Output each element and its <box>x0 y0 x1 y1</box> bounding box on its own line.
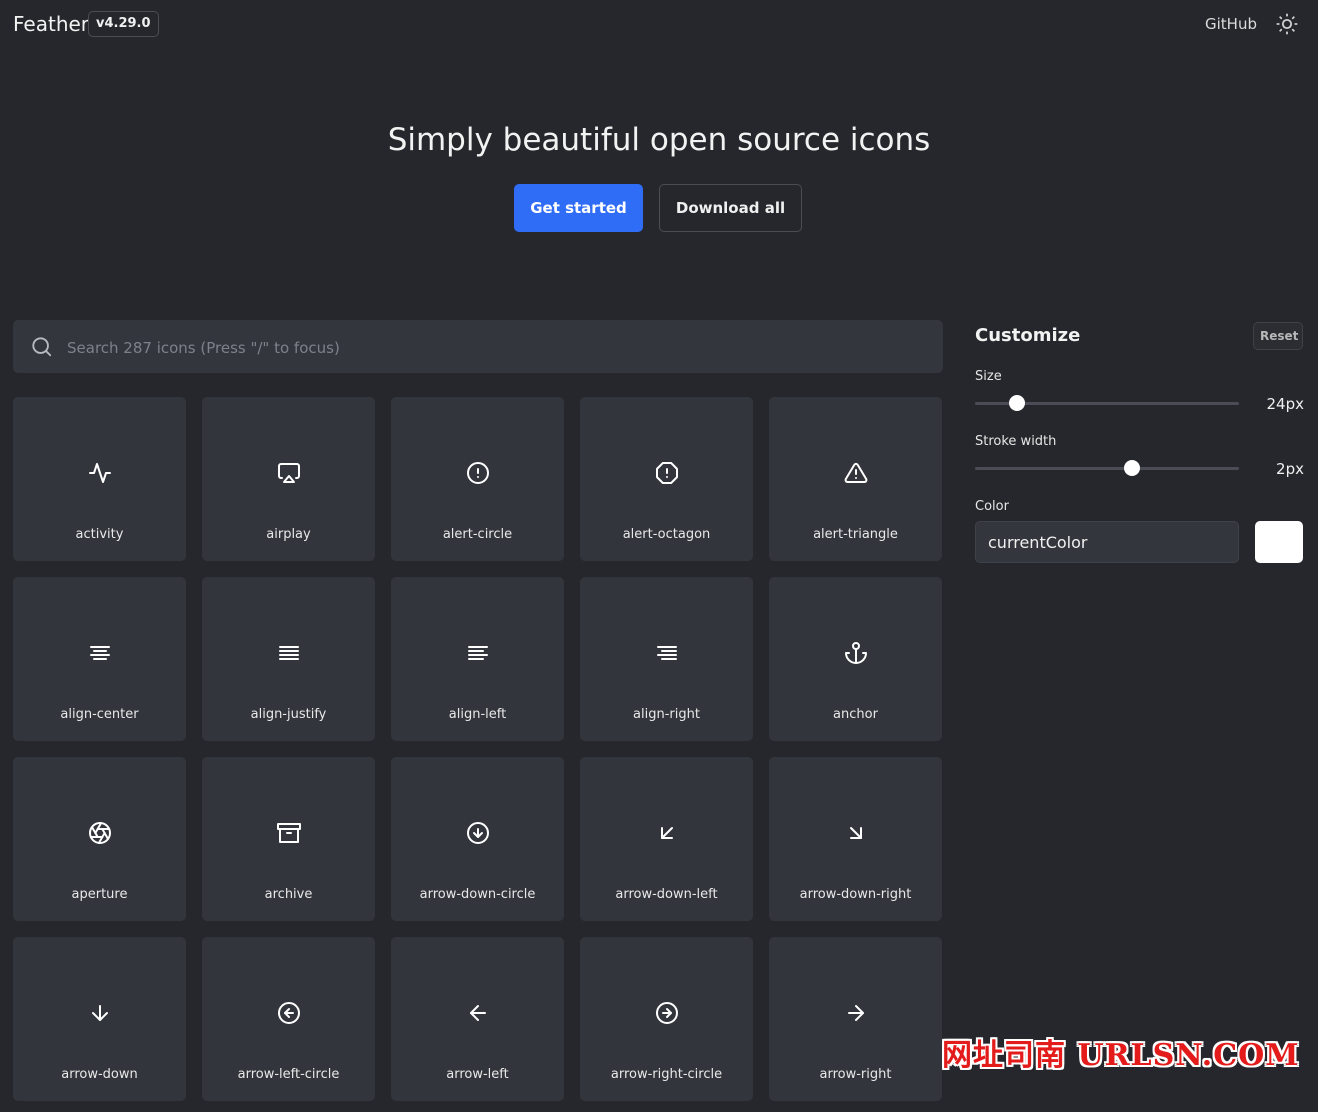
stroke-width-slider-thumb[interactable] <box>1124 460 1141 476</box>
icon-label: aperture <box>71 887 128 902</box>
icon-label: archive <box>264 887 313 902</box>
anchor-icon <box>844 642 867 664</box>
size-slider-thumb[interactable] <box>1009 395 1026 411</box>
airplay-icon <box>277 463 300 483</box>
download-all-button[interactable]: Download all <box>659 184 802 232</box>
app-window: Feather v4.29.0 GitHub Simply beautiful … <box>0 0 1318 1112</box>
arrow-down-right-icon <box>849 827 862 839</box>
icon-label: arrow-down-circle <box>419 887 536 902</box>
icon-label: airplay <box>266 527 311 542</box>
icon-tile-arrow-down[interactable]: arrow-down <box>13 937 186 1101</box>
version-badge: v4.29.0 <box>88 11 159 37</box>
icon-tile-align-right[interactable]: align-right <box>580 577 753 741</box>
icon-label: arrow-left-circle <box>237 1067 340 1082</box>
archive-icon <box>276 823 301 843</box>
icon-grid: activity airplay alert-circle alert-octa… <box>13 397 943 1101</box>
arrow-right-icon <box>847 1005 864 1021</box>
search-bar <box>13 320 943 375</box>
icon-label: arrow-down <box>61 1067 138 1082</box>
icon-tile-align-left[interactable]: align-left <box>391 577 564 741</box>
icon-label: align-left <box>448 707 507 722</box>
icon-tile-airplay[interactable]: airplay <box>202 397 375 561</box>
icon-tile-activity[interactable]: activity <box>13 397 186 561</box>
arrow-down-circle-icon <box>466 822 489 844</box>
align-center-icon <box>89 646 110 660</box>
logo[interactable]: Feather <box>13 12 89 36</box>
sun-icon[interactable] <box>1276 13 1298 35</box>
arrow-down-icon <box>91 1005 108 1021</box>
icon-label: align-justify <box>250 707 327 722</box>
watermark: 网址司南 URLSN.COM <box>942 1038 1300 1073</box>
customize-title: Customize <box>975 325 1081 346</box>
icon-tile-align-center[interactable]: align-center <box>13 577 186 741</box>
icon-tile-alert-triangle[interactable]: alert-triangle <box>769 397 942 561</box>
color-input[interactable] <box>975 521 1239 563</box>
stroke-width-label: Stroke width <box>975 434 1057 449</box>
icon-label: arrow-right <box>819 1067 892 1082</box>
hero-title: Simply beautiful open source icons <box>387 122 931 158</box>
alert-octagon-icon <box>655 462 678 484</box>
arrow-left-icon <box>469 1005 486 1021</box>
arrow-left-circle-icon <box>277 1002 300 1024</box>
icon-tile-arrow-left-circle[interactable]: arrow-left-circle <box>202 937 375 1101</box>
icon-tile-arrow-down-right[interactable]: arrow-down-right <box>769 757 942 921</box>
size-value: 24px <box>1266 395 1305 413</box>
icon-tile-alert-circle[interactable]: alert-circle <box>391 397 564 561</box>
icon-tile-anchor[interactable]: anchor <box>769 577 942 741</box>
align-justify-icon <box>278 646 299 660</box>
icon-tile-aperture[interactable]: aperture <box>13 757 186 921</box>
icon-tile-arrow-left[interactable]: arrow-left <box>391 937 564 1101</box>
icon-label: arrow-left <box>446 1067 509 1082</box>
icon-label: arrow-down-right <box>799 887 912 902</box>
arrow-right-circle-icon <box>655 1002 678 1024</box>
align-right-icon <box>656 646 677 660</box>
alert-circle-icon <box>466 462 489 484</box>
icon-tile-archive[interactable]: archive <box>202 757 375 921</box>
icon-label: anchor <box>833 707 878 722</box>
icon-label: align-right <box>633 707 700 722</box>
icon-label: align-center <box>60 707 139 722</box>
icon-tile-arrow-down-circle[interactable]: arrow-down-circle <box>391 757 564 921</box>
size-slider[interactable] <box>975 395 1239 411</box>
get-started-button[interactable]: Get started <box>514 184 643 232</box>
icon-tile-arrow-down-left[interactable]: arrow-down-left <box>580 757 753 921</box>
github-link[interactable]: GitHub <box>1205 15 1257 33</box>
arrow-down-left-icon <box>660 827 673 839</box>
alert-triangle-icon <box>844 462 867 483</box>
search-icon <box>32 337 52 357</box>
icon-tile-arrow-right-circle[interactable]: arrow-right-circle <box>580 937 753 1101</box>
icon-tile-align-justify[interactable]: align-justify <box>202 577 375 741</box>
icon-label: arrow-down-left <box>615 887 718 902</box>
icon-label: arrow-right-circle <box>610 1067 723 1082</box>
icon-label: alert-octagon <box>622 527 711 542</box>
icon-label: alert-circle <box>442 527 513 542</box>
activity-icon <box>88 463 111 483</box>
color-swatch[interactable] <box>1255 521 1303 563</box>
align-left-icon <box>467 646 488 660</box>
stroke-width-value: 2px <box>1276 460 1304 478</box>
color-label: Color <box>975 499 1009 514</box>
aperture-icon <box>88 822 111 844</box>
icon-tile-alert-octagon[interactable]: alert-octagon <box>580 397 753 561</box>
stroke-width-slider[interactable] <box>975 460 1239 476</box>
icon-label: activity <box>75 527 124 542</box>
search-input[interactable] <box>65 320 929 375</box>
icon-tile-arrow-right[interactable]: arrow-right <box>769 937 942 1101</box>
reset-button[interactable]: Reset <box>1253 322 1303 350</box>
icon-label: alert-triangle <box>813 527 898 542</box>
size-label: Size <box>975 369 1002 384</box>
